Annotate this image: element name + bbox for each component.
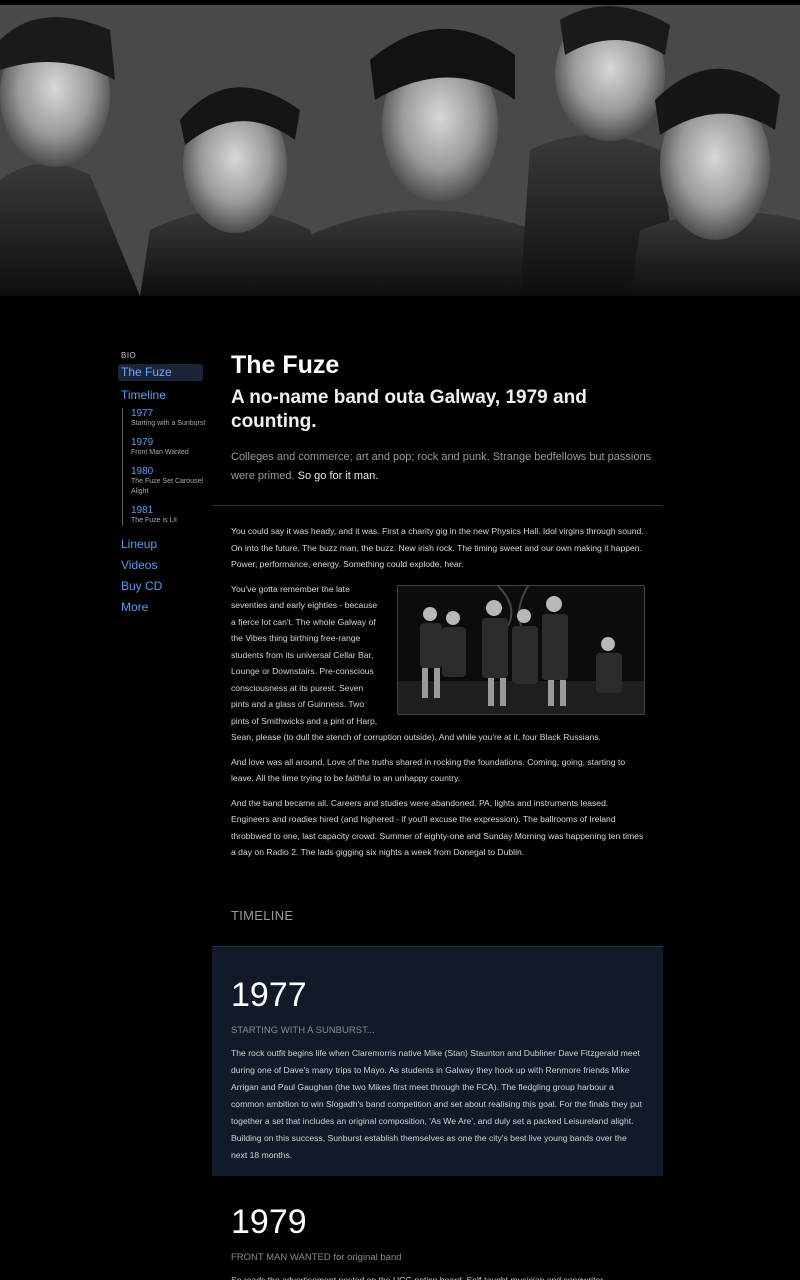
timeline-year: 1979 [231, 1203, 307, 1241]
timeline-heading: TIMELINE [231, 908, 294, 923]
sidebar-subitem-1977[interactable]: 1977 Starting with a Sunburst [131, 408, 210, 429]
intro-emphasis: So go for it man. [297, 470, 379, 482]
hero-top-edge [0, 0, 800, 5]
sidebar-heading: BIO [121, 351, 137, 360]
timeline-text: So reads the advertisement posted on the… [231, 1275, 604, 1280]
intro-text: Colleges and commerce; art and pop; rock… [231, 448, 661, 486]
subitem-year: 1977 [131, 408, 154, 419]
bio-paragraph: You could say it was heady, and it was. … [231, 526, 644, 569]
sidebar-subitem-1980[interactable]: 1980 The Fuze Set Carousel Alight [131, 466, 210, 497]
subitem-year: 1979 [131, 437, 154, 448]
bio-header: The Fuze A no-name band outa Galway, 197… [231, 348, 661, 486]
sidebar-item-lineup[interactable]: Lineup [118, 534, 210, 555]
section-divider [212, 505, 663, 506]
subitem-year: 1980 [131, 466, 154, 477]
group-photo-illustration [398, 585, 644, 714]
hero-band-photo [0, 0, 800, 296]
subitem-desc: Starting with a Sunburst [131, 420, 206, 427]
page-title: The Fuze [231, 351, 340, 379]
sidebar-item-the-fuze[interactable]: The Fuze [118, 364, 203, 381]
band-photo-illustration [0, 0, 800, 296]
timeline-caption: STARTING WITH A SUNBURST... [231, 1025, 375, 1036]
timeline-caption: FRONT MAN WANTED for original band [231, 1252, 402, 1263]
subitem-desc: The Fuze is Lit [131, 517, 177, 524]
bio-sidebar-nav: BIO The Fuze Timeline 1977 Starting with… [118, 348, 210, 618]
band-group-photo [397, 584, 645, 715]
bio-paragraph: And love was all around. Love of the tru… [231, 756, 626, 784]
bio-paragraph: And the band became all. Careers and stu… [231, 797, 644, 858]
bio-article: You could say it was heady, and it was. … [231, 523, 645, 869]
sidebar-subitem-1981[interactable]: 1981 The Fuze is Lit [131, 505, 210, 526]
sidebar-item-more[interactable]: More [118, 597, 210, 618]
timeline-text: The rock outfit begins life when Claremo… [231, 1048, 643, 1160]
subitem-desc: Front Man Wanted [131, 449, 189, 456]
subitem-desc: The Fuze Set Carousel Alight [131, 478, 203, 495]
timeline-entry-1979: 1979 FRONT MAN WANTED for original band … [212, 1176, 663, 1280]
timeline-entry-1977: 1977 STARTING WITH A SUNBURST... The roc… [212, 946, 663, 1176]
sidebar-timeline-subnav: 1977 Starting with a Sunburst 1979 Front… [122, 408, 210, 526]
sidebar-item-videos[interactable]: Videos [118, 555, 210, 576]
timeline-year: 1977 [231, 976, 307, 1014]
sidebar-subitem-1979[interactable]: 1979 Front Man Wanted [131, 437, 210, 458]
subitem-year: 1981 [131, 505, 154, 516]
intro-lead: Colleges and commerce; art and pop; rock… [231, 451, 652, 482]
page-subtitle: A no-name band outa Galway, 1979 and cou… [231, 387, 587, 432]
sidebar-item-buy-cd[interactable]: Buy CD [118, 576, 210, 597]
sidebar-item-timeline[interactable]: Timeline [118, 385, 210, 406]
